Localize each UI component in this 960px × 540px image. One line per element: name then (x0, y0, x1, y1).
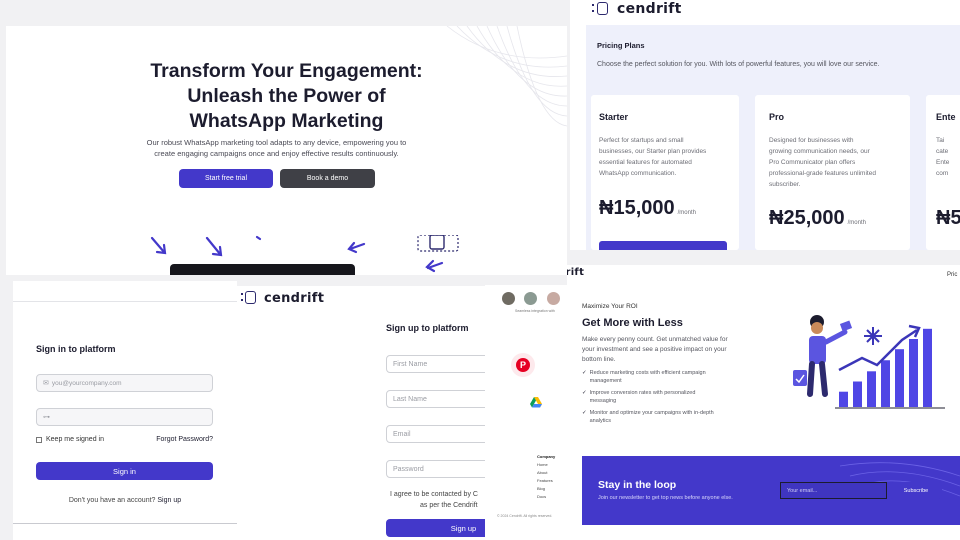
mail-icon: ✉ (43, 380, 49, 387)
footer-link-about[interactable]: About (537, 469, 555, 477)
growth-bar (867, 371, 876, 407)
swatch-3 (547, 292, 560, 305)
signin-footer: Don't you have an account? Sign up (68, 497, 182, 504)
roi-title: Get More with Less (582, 317, 683, 329)
roi-panel: drift Pric Maximize Your ROI Get More wi… (567, 265, 960, 540)
book-demo-button[interactable]: Book a demo (280, 169, 375, 188)
pricing-subtitle: Choose the perfect solution for you. Wit… (597, 61, 880, 68)
swatch-1 (502, 292, 515, 305)
growth-bar (909, 339, 918, 407)
email-input[interactable]: Email (386, 425, 496, 443)
plan-price: ₦5 (936, 207, 960, 229)
pricing-title: Pricing Plans (597, 41, 645, 50)
signup-button[interactable]: Sign up (386, 519, 496, 537)
pricing-section: Pricing Plans Choose the perfect solutio… (586, 25, 960, 250)
first-name-input[interactable]: First Name (386, 355, 496, 373)
signin-title: Sign in to platform (36, 344, 116, 354)
footer-link-home[interactable]: Home (537, 461, 555, 469)
signin-bottom-divider (13, 523, 237, 524)
signin-panel: Sign in to platform ✉ you@yourcompany.co… (13, 281, 237, 540)
nav-link-pricing[interactable]: Pric (947, 272, 957, 278)
key-icon: ⊶ (43, 414, 50, 421)
plan-description: Perfect for startups and small businesse… (599, 137, 707, 177)
integrations-panel: Seamless integration with P Company Home… (485, 285, 567, 540)
plan-card-enterprise: Ente Tai cate Ente com ₦5 (926, 95, 960, 250)
email-input[interactable]: ✉ you@yourcompany.com (36, 374, 213, 392)
footer-link-blog[interactable]: Blog (537, 485, 555, 493)
remember-label: Keep me signed in (46, 436, 104, 443)
pricing-header-logo: cendrift (590, 0, 682, 18)
signup-header-logo: cendrift (241, 290, 324, 306)
hero-description: Our robust WhatsApp marketing tool adapt… (146, 138, 407, 158)
brand-name: cendrift (264, 290, 325, 306)
brand-name: cendrift (617, 1, 682, 17)
signup-title: Sign up to platform (386, 323, 469, 333)
check-icon: ✓ (582, 370, 587, 376)
roi-eyebrow: Maximize Your ROI (582, 303, 638, 310)
plan-name: Pro (769, 112, 785, 122)
password-input[interactable]: Password (386, 460, 496, 478)
bullet-item: ✓ Reduce marketing costs with efficient … (582, 370, 706, 384)
plan-card-starter: Starter Perfect for startups and small b… (591, 95, 739, 250)
plan-cta-button[interactable] (599, 241, 727, 250)
bullet-item: ✓ Improve conversion rates with personal… (582, 390, 696, 404)
signup-link[interactable]: Sign up (157, 497, 181, 504)
check-icon: ✓ (582, 410, 587, 416)
remember-me-row: Keep me signed in Forgot Password? (36, 436, 213, 446)
signin-divider (13, 301, 237, 302)
growth-bar (839, 391, 848, 407)
roi-header-logo: drift (567, 267, 584, 278)
bullet-item: ✓ Monitor and optimize your campaigns wi… (582, 410, 714, 424)
signup-panel: cendrift Sign up to platform First Name … (237, 286, 496, 540)
last-name-input[interactable]: Last Name (386, 390, 496, 408)
plan-card-pro: Pro Designed for businesses with growing… (755, 95, 910, 250)
password-input[interactable]: ⊶ (36, 408, 213, 426)
growth-bar (853, 381, 862, 407)
pinterest-icon: P (516, 358, 530, 372)
growth-bar (881, 360, 890, 407)
cendrift-logo-icon (590, 1, 612, 17)
footer-heading: Company (537, 454, 556, 459)
pricing-panel: cendrift Pricing Plans Choose the perfec… (570, 0, 960, 250)
plan-name: Ente (936, 112, 956, 122)
roi-bullets: ✓ Reduce marketing costs with efficient … (582, 369, 714, 425)
subscribe-button[interactable]: Subscribe (890, 482, 942, 499)
start-free-trial-button[interactable]: Start free trial (179, 169, 273, 188)
remember-checkbox[interactable] (36, 437, 42, 443)
forgot-password-link[interactable]: Forgot Password? (156, 436, 213, 443)
swatch-2 (524, 292, 537, 305)
roi-description: Make every penny count. Get unmatched va… (582, 336, 728, 363)
newsletter-subtitle: Join our newsletter to get top news befo… (598, 495, 733, 501)
copyright: © 2024 Cendrift. All rights reserved. (497, 514, 553, 518)
integrations-caption: Seamless integration with (515, 309, 555, 313)
google-drive-icon (530, 395, 542, 413)
growth-bar (895, 349, 904, 407)
plan-name: Starter (599, 112, 629, 122)
footer-links: Company Home About Features Blog Docs (537, 453, 555, 501)
hero-title: Transform Your Engagement: Unleash the P… (150, 60, 423, 132)
plan-description: Designed for businesses with growing com… (769, 137, 876, 188)
signin-button[interactable]: Sign in (36, 462, 213, 480)
newsletter-email-input[interactable]: Your email... (780, 482, 887, 499)
plan-price: ₦15,000 /month (599, 197, 696, 219)
check-icon: ✓ (582, 390, 587, 396)
hero-illustration (72, 235, 567, 275)
growth-chart-illustration (793, 315, 945, 409)
footer-link-features[interactable]: Features (537, 477, 555, 485)
laptop-mockup (170, 264, 355, 275)
plan-description: Tai cate Ente com (936, 137, 950, 177)
cendrift-logo-icon (241, 290, 259, 306)
growth-bar (923, 328, 932, 407)
brand-name: drift (567, 267, 585, 278)
hero-panel: Transform Your Engagement: Unleash the P… (6, 26, 567, 275)
consent-text: I agree to be contacted by C as per the … (390, 491, 478, 509)
footer-link-docs[interactable]: Docs (537, 493, 555, 501)
newsletter-title: Stay in the loop (598, 479, 677, 491)
plan-price: ₦25,000 /month (769, 207, 866, 229)
newsletter-banner: Stay in the loop Join our newsletter to … (582, 456, 960, 525)
